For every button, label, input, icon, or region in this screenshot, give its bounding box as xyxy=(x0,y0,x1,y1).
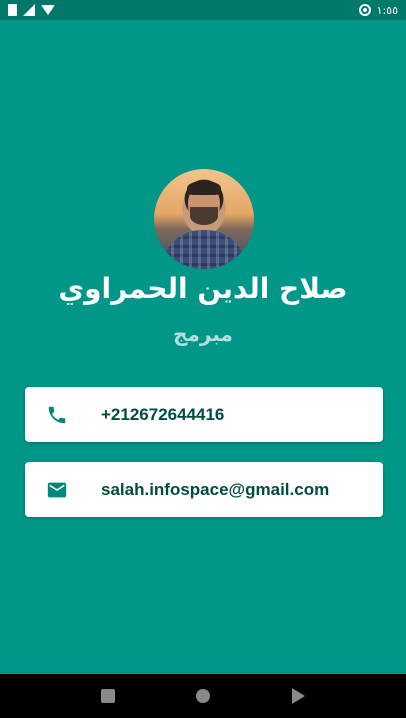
avatar-beard xyxy=(190,207,218,225)
status-icons-left xyxy=(8,4,55,16)
wifi-icon xyxy=(41,5,55,15)
status-time: ١:٥٥ xyxy=(376,3,398,17)
avatar-shirt xyxy=(162,230,246,269)
avatar xyxy=(154,169,254,269)
back-icon[interactable] xyxy=(292,688,306,704)
phone-icon-wrap xyxy=(29,387,84,442)
phone-card[interactable]: +212672644416 xyxy=(25,387,383,442)
email-card[interactable]: salah.infospace@gmail.com xyxy=(25,462,383,517)
email-address: salah.infospace@gmail.com xyxy=(101,479,330,499)
profile-title: مبرمج xyxy=(173,322,233,346)
data-saver-icon xyxy=(358,4,371,16)
email-icon xyxy=(47,482,66,497)
signal-icon xyxy=(23,4,35,16)
profile-name: صلاح الدين الحمراوي xyxy=(58,272,348,305)
phone-number: +212672644416 xyxy=(101,404,225,424)
status-icons-right: ١:٥٥ xyxy=(358,3,398,17)
email-icon-wrap xyxy=(29,462,84,517)
sim-icon xyxy=(8,4,17,16)
phone-icon xyxy=(48,406,65,423)
avatar-hair xyxy=(187,181,221,195)
home-icon[interactable] xyxy=(196,689,211,703)
profile-screen: صلاح الدين الحمراوي مبرمج +212672644416 … xyxy=(0,20,406,674)
navigation-bar xyxy=(0,674,406,718)
recents-icon[interactable] xyxy=(100,689,115,703)
status-bar: ١:٥٥ xyxy=(0,0,406,20)
